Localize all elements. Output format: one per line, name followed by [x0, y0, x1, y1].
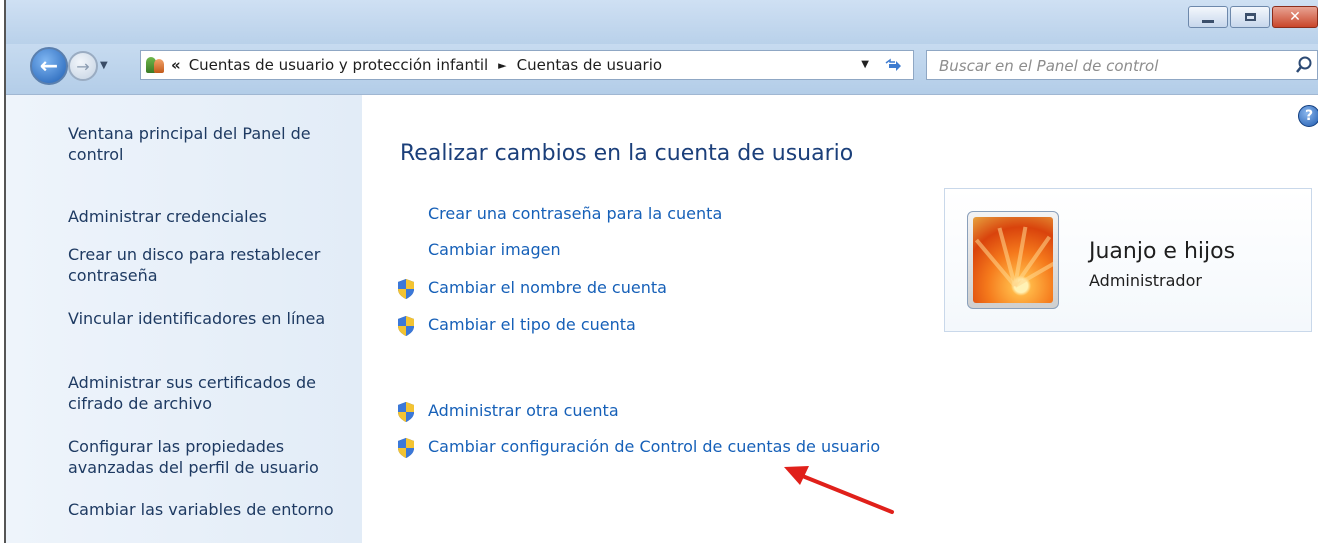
- minimize-icon: [1202, 19, 1214, 23]
- sidebar: Ventana principal del Panel de control A…: [6, 95, 362, 543]
- breadcrumb-overflow[interactable]: «: [171, 56, 181, 74]
- back-button[interactable]: ←: [30, 47, 68, 85]
- maximize-icon: [1244, 13, 1256, 21]
- sidebar-item-environment-variables[interactable]: Cambiar las variables de entorno: [68, 499, 358, 520]
- forward-button[interactable]: →: [68, 51, 98, 81]
- control-panel-window: ✕ ← → ▼ « Cuentas de usuario y protecció…: [4, 0, 1318, 543]
- sidebar-item-online-ids[interactable]: Vincular identificadores en línea: [68, 308, 358, 329]
- sidebar-item-advanced-profile[interactable]: Configurar las propiedades avanzadas del…: [68, 436, 358, 478]
- search-box[interactable]: [926, 50, 1318, 80]
- avatar[interactable]: [967, 211, 1059, 309]
- window-controls: ✕: [1186, 6, 1318, 28]
- minimize-button[interactable]: [1188, 6, 1228, 28]
- red-annotation-arrow: [784, 466, 894, 514]
- help-icon[interactable]: ?: [1298, 105, 1318, 127]
- breadcrumb-item-current[interactable]: Cuentas de usuario: [517, 56, 662, 74]
- breadcrumb-separator-icon[interactable]: ►: [498, 59, 506, 72]
- recent-pages-dropdown[interactable]: ▼: [100, 60, 108, 71]
- refresh-button[interactable]: [881, 54, 907, 76]
- address-dropdown-icon[interactable]: ▼: [861, 59, 869, 70]
- address-bar[interactable]: « Cuentas de usuario y protección infant…: [140, 50, 914, 80]
- close-button[interactable]: ✕: [1272, 6, 1318, 28]
- close-icon: ✕: [1289, 9, 1301, 25]
- account-role: Administrador: [1089, 271, 1202, 290]
- maximize-button[interactable]: [1230, 6, 1270, 28]
- search-input[interactable]: [937, 52, 1281, 80]
- account-name: Juanjo e hijos: [1089, 239, 1236, 264]
- user-accounts-icon: [145, 55, 165, 75]
- sidebar-item-control-panel-home[interactable]: Ventana principal del Panel de control: [68, 123, 358, 165]
- sidebar-item-password-reset-disk[interactable]: Crear un disco para restablecer contrase…: [68, 244, 358, 286]
- flower-picture-icon: [973, 217, 1053, 303]
- breadcrumb-item-parent[interactable]: Cuentas de usuario y protección infantil: [189, 56, 488, 74]
- forward-arrow-icon: →: [76, 56, 90, 76]
- sidebar-item-credentials[interactable]: Administrar credenciales: [68, 206, 358, 227]
- title-bar: ✕: [6, 0, 1318, 44]
- search-icon[interactable]: [1295, 55, 1313, 75]
- main-content: ? Realizar cambios en la cuenta de usuar…: [362, 95, 1318, 543]
- back-arrow-icon: ←: [39, 53, 59, 79]
- account-card: Juanjo e hijos Administrador: [944, 188, 1312, 332]
- refresh-icon: [885, 58, 901, 71]
- sidebar-item-encryption-certificates[interactable]: Administrar sus certificados de cifrado …: [68, 372, 358, 414]
